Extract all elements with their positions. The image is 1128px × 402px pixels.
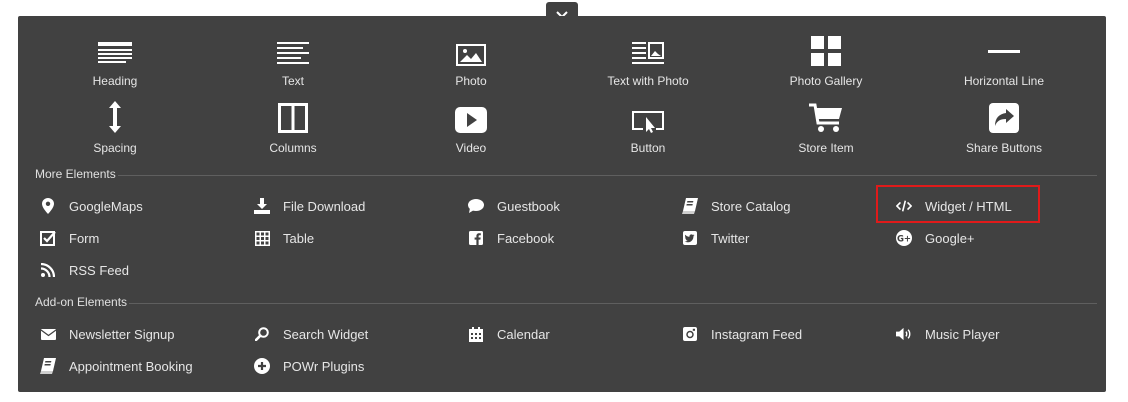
item-googlemaps[interactable]: GoogleMaps (40, 194, 143, 218)
twitter-icon (682, 230, 698, 246)
download-icon (254, 198, 270, 214)
item-instagram-feed[interactable]: Instagram Feed (682, 322, 802, 346)
tile-label: Text (281, 74, 304, 88)
item-label: RSS Feed (69, 262, 129, 278)
tile-horizontal-line[interactable]: Horizontal Line (915, 32, 1093, 92)
tile-label: Text with Photo (607, 74, 689, 88)
section-divider (129, 303, 1097, 304)
tile-label: Store Item (798, 141, 854, 155)
addon-elements-title: Add-on Elements (35, 295, 128, 309)
tile-text-with-photo[interactable]: Text with Photo (559, 32, 737, 92)
tile-label: Button (630, 141, 666, 155)
item-music-player[interactable]: Music Player (896, 322, 999, 346)
table-icon (254, 230, 270, 246)
tile-label: Columns (269, 141, 317, 155)
item-facebook[interactable]: Facebook (468, 226, 554, 250)
item-label: POWr Plugins (283, 358, 365, 374)
search-icon (254, 326, 270, 342)
svg-text:G+: G+ (897, 235, 911, 245)
photo-gallery-icon (811, 32, 841, 66)
item-label: Guestbook (497, 198, 560, 214)
cart-icon (809, 99, 843, 133)
speaker-icon (896, 326, 912, 342)
tile-spacing[interactable]: Spacing (26, 99, 204, 159)
button-icon (632, 99, 664, 133)
item-table[interactable]: Table (254, 226, 314, 250)
item-label: Search Widget (283, 326, 369, 342)
item-file-download[interactable]: File Download (254, 194, 365, 218)
tile-share-buttons[interactable]: Share Buttons (915, 99, 1093, 159)
speech-bubble-icon (468, 198, 484, 214)
tile-heading[interactable]: Heading (26, 32, 204, 92)
video-icon (455, 99, 487, 133)
item-guestbook[interactable]: Guestbook (468, 194, 560, 218)
text-icon (277, 32, 309, 66)
tile-label: Share Buttons (965, 141, 1043, 155)
tile-columns[interactable]: Columns (204, 99, 382, 159)
item-rss-feed[interactable]: RSS Feed (40, 258, 129, 282)
item-label: File Download (283, 198, 366, 214)
book-icon (40, 358, 56, 374)
map-pin-icon (40, 198, 56, 214)
item-label: Instagram Feed (711, 326, 803, 342)
tile-label: Spacing (93, 141, 137, 155)
item-label: Store Catalog (711, 198, 791, 214)
item-label: Music Player (925, 326, 1000, 342)
tile-photo-gallery[interactable]: Photo Gallery (737, 32, 915, 92)
item-label: Form (69, 230, 100, 246)
rss-icon (40, 262, 56, 278)
item-label: Facebook (497, 230, 555, 246)
item-search-widget[interactable]: Search Widget (254, 322, 368, 346)
facebook-icon (468, 230, 484, 246)
instagram-icon (682, 326, 698, 342)
envelope-icon (40, 326, 56, 342)
item-appointment-booking[interactable]: Appointment Booking (40, 354, 193, 378)
add-element-panel: Heading Text Photo Text with Photo Photo… (18, 16, 1106, 392)
google-plus-icon: G+ (896, 230, 912, 246)
item-form[interactable]: Form (40, 226, 99, 250)
calendar-icon (468, 326, 484, 342)
heading-icon (98, 32, 132, 66)
item-google-plus[interactable]: G+ Google+ (896, 226, 975, 250)
tile-video[interactable]: Video (382, 99, 560, 159)
widget-html-highlight-box (876, 185, 1040, 223)
item-label: GoogleMaps (69, 198, 143, 214)
checkbox-icon (40, 230, 56, 246)
spacing-icon (108, 99, 122, 133)
item-label: Calendar (497, 326, 550, 342)
more-elements-title: More Elements (35, 167, 116, 181)
tile-text[interactable]: Text (204, 32, 382, 92)
item-powr-plugins[interactable]: POWr Plugins (254, 354, 364, 378)
plus-circle-icon (254, 358, 270, 374)
share-icon (989, 99, 1019, 133)
horizontal-line-icon (988, 32, 1020, 66)
item-label: Newsletter Signup (69, 326, 175, 342)
tile-photo[interactable]: Photo (382, 32, 560, 92)
element-grid-row-1: Heading Text Photo Text with Photo Photo… (18, 32, 1106, 92)
item-label: Twitter (711, 230, 750, 246)
columns-icon (278, 99, 308, 133)
item-label: Table (283, 230, 315, 246)
tile-store-item[interactable]: Store Item (737, 99, 915, 159)
tile-label: Heading (92, 74, 138, 88)
tile-label: Horizontal Line (963, 74, 1045, 88)
item-calendar[interactable]: Calendar (468, 322, 550, 346)
item-newsletter-signup[interactable]: Newsletter Signup (40, 322, 175, 346)
book-icon (682, 198, 698, 214)
text-with-photo-icon (632, 32, 664, 66)
tile-label: Photo (455, 74, 487, 88)
item-store-catalog[interactable]: Store Catalog (682, 194, 791, 218)
item-label: Appointment Booking (69, 358, 193, 374)
element-grid-row-2: Spacing Columns Video Button Store Item (18, 99, 1106, 159)
tile-label: Video (455, 141, 487, 155)
section-divider (118, 175, 1097, 176)
photo-icon (456, 32, 486, 66)
item-label: Google+ (925, 230, 975, 246)
tile-label: Photo Gallery (789, 74, 863, 88)
item-twitter[interactable]: Twitter (682, 226, 749, 250)
tile-button[interactable]: Button (559, 99, 737, 159)
